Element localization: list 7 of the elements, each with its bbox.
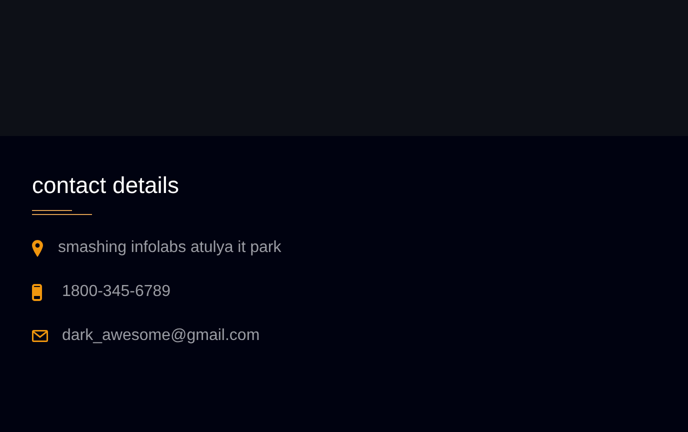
map-pin-icon bbox=[32, 240, 43, 256]
mobile-phone-icon bbox=[32, 284, 42, 300]
section-heading: contact details bbox=[32, 171, 180, 200]
contact-text: 1800-345-6789 bbox=[62, 283, 171, 301]
contact-text: dark_awesome@gmail.com bbox=[62, 327, 260, 345]
contact-text: smashing infolabs atulya it park bbox=[58, 239, 282, 257]
envelope-icon bbox=[32, 330, 48, 342]
